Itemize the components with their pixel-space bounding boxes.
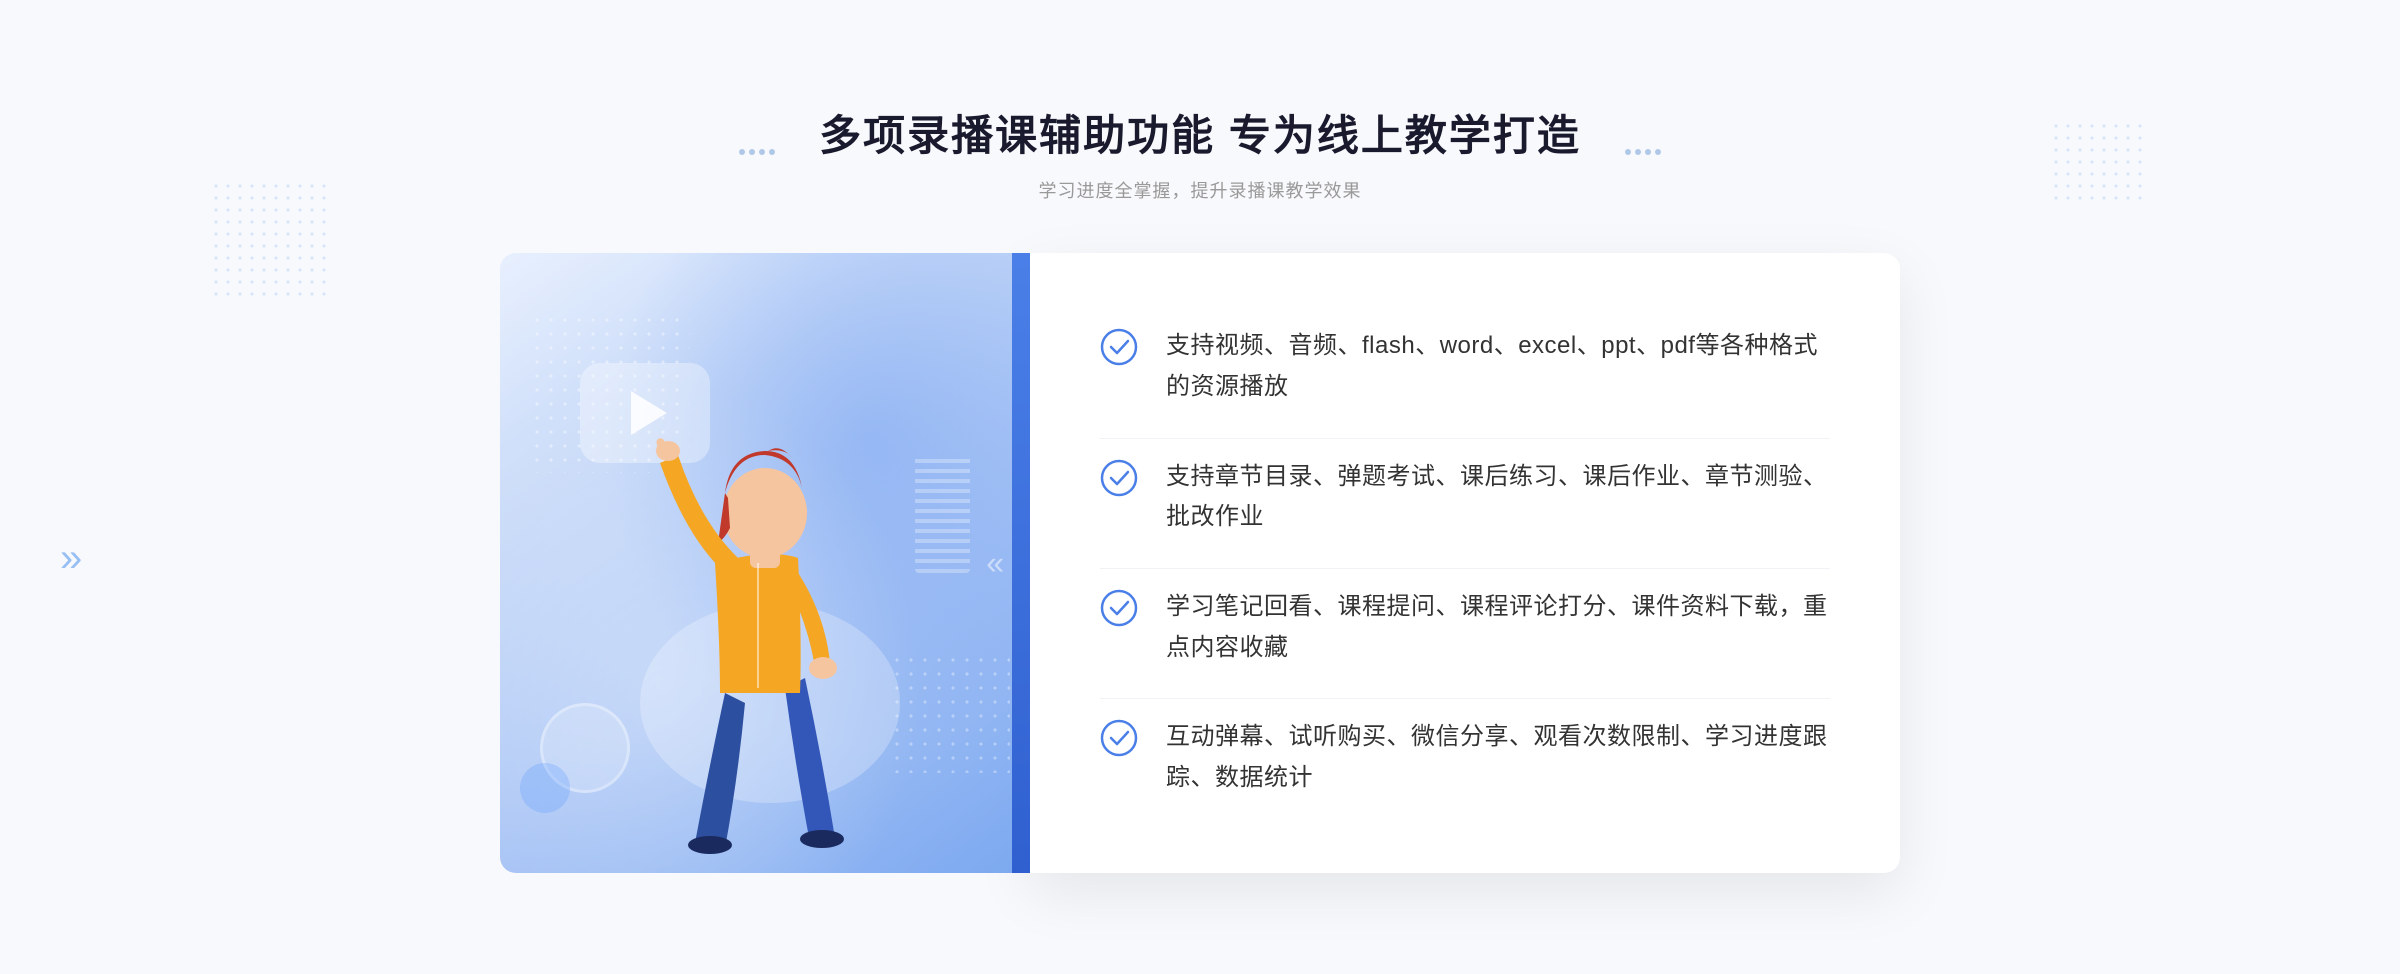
feature-item-2: 支持章节目录、弹题考试、课后练习、课后作业、章节测验、批改作业 [1100,438,1830,557]
feature-text-3: 学习笔记回看、课程提问、课程评论打分、课件资料下载，重点内容收藏 [1166,587,1830,669]
decorative-dots-right [2050,120,2150,200]
check-icon-1 [1100,328,1138,366]
circle-decoration-2 [520,763,570,813]
check-icon-2 [1100,459,1138,497]
decorative-dots-left [210,180,330,300]
feature-text-2: 支持章节目录、弹题考试、课后练习、课后作业、章节测验、批改作业 [1166,457,1830,539]
person-figure [630,383,910,863]
illustration-panel: « [500,253,1030,873]
features-panel: 支持视频、音频、flash、word、excel、ppt、pdf等各种格式的资源… [1030,253,1900,873]
blue-side-stripe [1012,253,1030,873]
left-arrow-decoration: » [60,536,82,581]
check-icon-4 [1100,719,1138,757]
feature-item-1: 支持视频、音频、flash、word、excel、ppt、pdf等各种格式的资源… [1100,308,1830,426]
header-dots-left [739,149,775,155]
main-title: 多项录播课辅助功能 专为线上教学打造 [819,102,1581,163]
header-section: 多项录播课辅助功能 专为线上教学打造 学习进度全掌握，提升录播课教学效果 [819,102,1581,203]
content-area: « [500,253,1900,873]
illus-chevrons: « [986,544,1000,581]
feature-text-4: 互动弹幕、试听购买、微信分享、观看次数限制、学习进度跟踪、数据统计 [1166,717,1830,799]
stripe-decoration [915,453,970,573]
feature-item-4: 互动弹幕、试听购买、微信分享、观看次数限制、学习进度跟踪、数据统计 [1100,698,1830,817]
sub-title: 学习进度全掌握，提升录播课教学效果 [819,177,1581,203]
page-container: » 多项录播课辅助功能 专为线上教学打造 学习进度全掌握，提升录播课教学效果 [0,0,2400,974]
check-icon-3 [1100,589,1138,627]
feature-item-3: 学习笔记回看、课程提问、课程评论打分、课件资料下载，重点内容收藏 [1100,568,1830,687]
header-dots-right [1625,149,1661,155]
feature-text-1: 支持视频、音频、flash、word、excel、ppt、pdf等各种格式的资源… [1166,326,1830,408]
